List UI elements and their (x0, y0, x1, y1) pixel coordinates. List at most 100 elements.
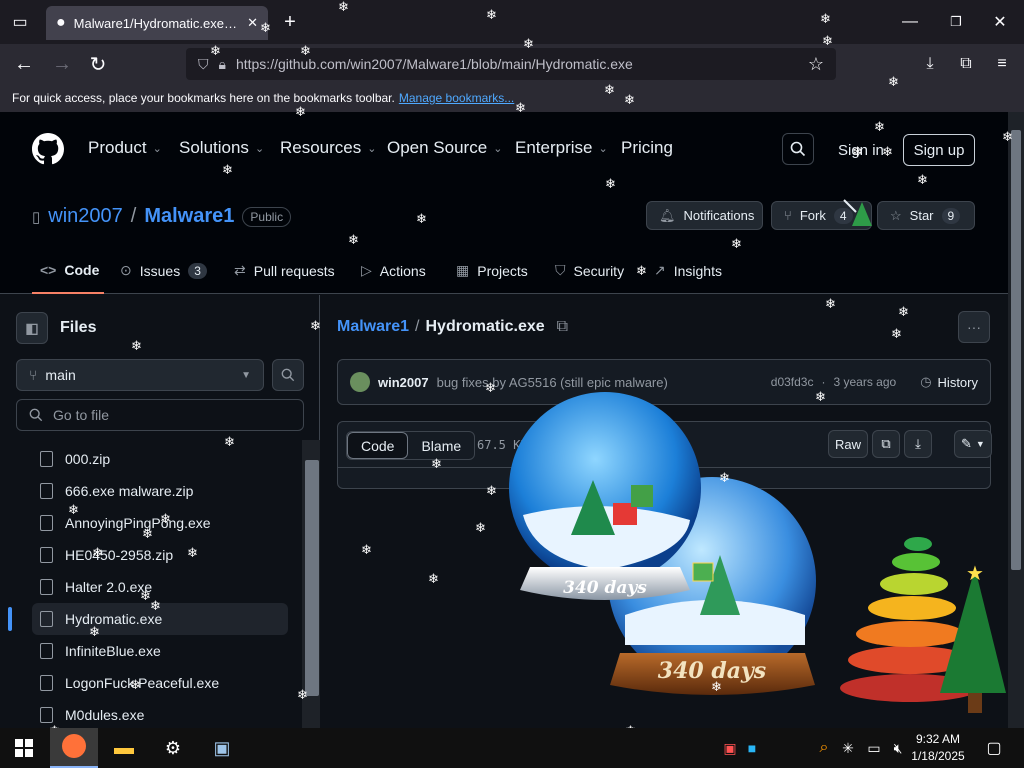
tab-pull-requests[interactable]: ⇄ Pull requests (234, 262, 335, 279)
commit-author-link[interactable]: win2007 (378, 375, 429, 390)
file-breadcrumb: Malware1 / Hydromatic.exe ⧉ (337, 318, 568, 336)
downloads-icon[interactable]: ⤓ (918, 52, 942, 76)
url-text[interactable]: https://github.com/win2007/Malware1/blob… (236, 56, 798, 72)
file-explorer-icon[interactable]: ▬ (110, 734, 138, 762)
settings-icon[interactable]: ⚙ (159, 734, 187, 762)
breadcrumb-repo-link[interactable]: Malware1 (337, 318, 409, 336)
tab-list-icon[interactable]: ▭ (8, 10, 32, 34)
star-label: Star (909, 208, 934, 223)
snowflake-icon: ❄ (260, 20, 271, 35)
file-item[interactable]: 000.zip (32, 443, 288, 475)
browser-tab[interactable]: ● Malware1/Hydromatic.exe at main ✕ (46, 6, 268, 40)
forward-icon[interactable]: → (50, 52, 74, 76)
extensions-icon[interactable]: ⧉ (954, 52, 978, 76)
chevron-down-icon: ⌄ (598, 142, 608, 155)
github-favicon-icon: ● (56, 14, 66, 31)
taskbar-firefox[interactable] (50, 728, 98, 768)
minimize-icon[interactable]: — (900, 12, 920, 32)
file-item[interactable]: HE0450-2958.zip (32, 539, 288, 571)
chevron-down-icon: ⌄ (367, 142, 377, 155)
go-to-file-input[interactable]: Go to file (16, 399, 304, 431)
tab-issues[interactable]: ⊙ Issues 3 (120, 262, 207, 279)
file-item[interactable]: M0dules.exe (32, 699, 288, 731)
sign-up-button[interactable]: Sign up (903, 134, 975, 166)
snowflake-icon: ❄ (852, 144, 863, 159)
history-button[interactable]: ◷ History (920, 374, 978, 390)
control-panel-icon[interactable]: ▣ (208, 734, 236, 762)
copy-path-icon[interactable]: ⧉ (557, 318, 568, 336)
search-files-button[interactable] (272, 359, 304, 391)
tab-insights-label: Insights (673, 262, 722, 279)
nav-pricing[interactable]: Pricing (621, 138, 673, 158)
more-options-button[interactable]: ··· (958, 311, 990, 343)
manage-bookmarks-link[interactable]: Manage bookmarks... (399, 91, 514, 105)
tray-app-icon[interactable]: ■ (738, 734, 766, 762)
lock-icon[interactable]: 🔒︎ (219, 56, 226, 73)
nav-solutions-label: Solutions (179, 138, 249, 157)
file-name: Hydromatic.exe (65, 611, 163, 627)
branch-name: main (45, 367, 76, 383)
tab-issues-label: Issues (139, 262, 181, 279)
file-name: LogonFuck Peaceful.exe (65, 675, 220, 691)
edit-menu-button[interactable]: ✎ ▼ (954, 430, 992, 458)
close-window-icon[interactable]: ✕ (990, 12, 1010, 32)
file-item[interactable]: InfiniteBlue.exe (32, 635, 288, 667)
file-item[interactable]: LogonFuck Peaceful.exe (32, 667, 288, 699)
sidebar-scroll-thumb[interactable] (305, 460, 319, 696)
menu-icon[interactable]: ≡ (990, 52, 1014, 76)
nav-resources[interactable]: Resources ⌄ (280, 138, 376, 158)
bookmark-star-icon[interactable]: ☆ (808, 54, 824, 75)
tab-code[interactable]: <> Code (40, 262, 99, 278)
repo-owner-link[interactable]: win2007 (48, 205, 123, 228)
repo-name-link[interactable]: Malware1 (144, 205, 234, 228)
download-icon[interactable]: ⤓ (904, 430, 933, 458)
tab-title: Malware1/Hydromatic.exe at main (73, 15, 239, 31)
nav-open-source-label: Open Source (387, 138, 488, 157)
notifications-center-icon[interactable]: ▢ (980, 734, 1008, 762)
blame-view-button[interactable]: Blame (408, 432, 474, 459)
page-scroll-thumb[interactable] (1011, 130, 1021, 570)
nav-solutions[interactable]: Solutions ⌄ (179, 138, 264, 158)
tab-security[interactable]: ⛉ Security (555, 262, 624, 279)
file-icon (40, 515, 53, 531)
shield-icon[interactable]: ⛉ (198, 56, 209, 73)
file-name: AnnoyingPingPong.exe (65, 515, 211, 531)
file-actions: Raw ⧉ ⤓ ✎ ▼ (828, 430, 992, 458)
taskbar-clock[interactable]: 9:32 AM 1/18/2025 (908, 731, 968, 765)
restore-icon[interactable]: ❐ (946, 12, 966, 32)
firefox-icon (62, 734, 86, 758)
back-icon[interactable]: ← (12, 52, 36, 76)
snowflake-icon: ❄ (310, 318, 321, 333)
search-icon (281, 368, 295, 382)
tab-projects[interactable]: ▦ Projects (456, 262, 528, 279)
active-file-marker (8, 607, 12, 631)
nav-open-source[interactable]: Open Source ⌄ (387, 138, 502, 158)
tab-insights[interactable]: ↗ Insights (654, 262, 722, 279)
url-bar[interactable]: ⛉ 🔒︎ https://github.com/win2007/Malware1… (186, 48, 836, 80)
new-tab-icon[interactable]: + (280, 11, 300, 33)
copy-raw-icon[interactable]: ⧉ (872, 430, 901, 458)
raw-button[interactable]: Raw (828, 430, 869, 458)
start-button[interactable] (10, 734, 38, 762)
github-logo-icon[interactable] (32, 133, 64, 165)
notifications-button[interactable]: 🔔︎ Notifications (646, 201, 763, 230)
chevron-down-icon: ⌄ (493, 142, 503, 155)
close-tab-icon[interactable]: ✕ (247, 15, 258, 31)
search-button[interactable] (782, 133, 814, 165)
bookmarks-hint: For quick access, place your bookmarks h… (12, 91, 395, 105)
snowflake-icon: ❄ (338, 0, 349, 14)
nav-product[interactable]: Product ⌄ (88, 138, 162, 158)
branch-selector[interactable]: ⑂ main ▼ (16, 359, 264, 391)
avatar[interactable] (350, 372, 370, 392)
tab-actions[interactable]: ▷ Actions (361, 262, 426, 279)
code-icon: <> (40, 262, 57, 278)
tab-actions-label: Actions (379, 262, 426, 279)
reload-icon[interactable]: ↻ (86, 52, 110, 76)
star-button[interactable]: ☆ Star 9 (877, 201, 975, 230)
nav-enterprise[interactable]: Enterprise ⌄ (515, 138, 608, 158)
file-name: 000.zip (65, 451, 111, 467)
tree-cursor-icon (843, 199, 872, 226)
code-view-button[interactable]: Code (347, 432, 409, 459)
tray-app-icon[interactable]: ✳ (834, 734, 862, 762)
collapse-sidebar-button[interactable]: ◧ (16, 312, 48, 344)
